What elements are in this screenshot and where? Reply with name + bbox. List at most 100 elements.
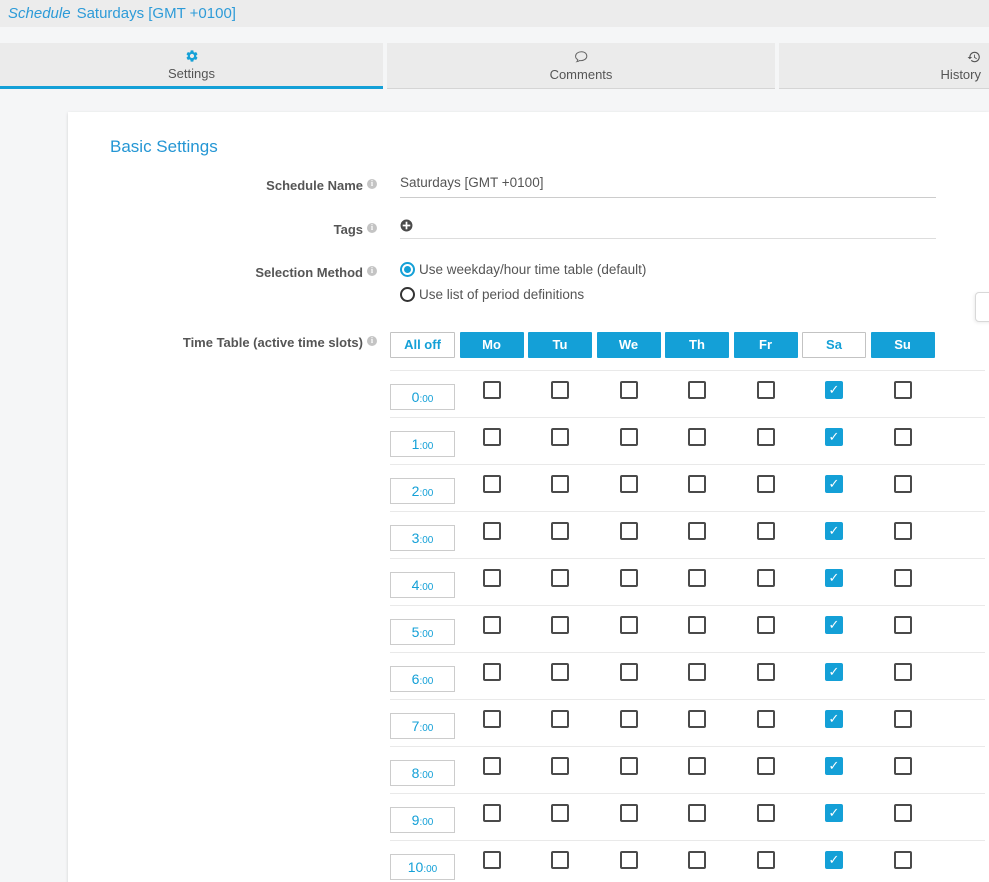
timeslot-checkbox-th-9:00[interactable] [688,804,706,822]
timeslot-checkbox-th-6:00[interactable] [688,663,706,681]
timeslot-checkbox-su-3:00[interactable] [894,522,912,540]
timeslot-checkbox-we-6:00[interactable] [620,663,638,681]
timeslot-checkbox-fr-9:00[interactable] [757,804,775,822]
timeslot-checkbox-tu-0:00[interactable] [551,381,569,399]
timeslot-checkbox-th-4:00[interactable] [688,569,706,587]
timeslot-checkbox-sa-3:00[interactable] [825,522,843,540]
timeslot-checkbox-fr-5:00[interactable] [757,616,775,634]
hour-button-10:00[interactable]: 10:00 [390,854,455,880]
timeslot-checkbox-th-8:00[interactable] [688,757,706,775]
timeslot-checkbox-sa-2:00[interactable] [825,475,843,493]
timeslot-checkbox-fr-3:00[interactable] [757,522,775,540]
timeslot-checkbox-su-9:00[interactable] [894,804,912,822]
timeslot-checkbox-th-5:00[interactable] [688,616,706,634]
timeslot-checkbox-tu-6:00[interactable] [551,663,569,681]
day-toggle-fr[interactable]: Fr [734,332,798,358]
day-toggle-sa[interactable]: Sa [802,332,866,358]
timeslot-checkbox-mo-10:00[interactable] [483,851,501,869]
day-toggle-su[interactable]: Su [871,332,935,358]
timeslot-checkbox-sa-5:00[interactable] [825,616,843,634]
timeslot-checkbox-th-2:00[interactable] [688,475,706,493]
timeslot-checkbox-su-1:00[interactable] [894,428,912,446]
timeslot-checkbox-th-7:00[interactable] [688,710,706,728]
hour-button-2:00[interactable]: 2:00 [390,478,455,504]
timeslot-checkbox-fr-6:00[interactable] [757,663,775,681]
timeslot-checkbox-sa-6:00[interactable] [825,663,843,681]
hour-button-9:00[interactable]: 9:00 [390,807,455,833]
timeslot-checkbox-th-0:00[interactable] [688,381,706,399]
timeslot-checkbox-tu-5:00[interactable] [551,616,569,634]
timeslot-checkbox-th-10:00[interactable] [688,851,706,869]
timeslot-checkbox-su-0:00[interactable] [894,381,912,399]
tab-comments[interactable]: Comments [387,43,775,89]
timeslot-checkbox-fr-2:00[interactable] [757,475,775,493]
timeslot-checkbox-th-3:00[interactable] [688,522,706,540]
timeslot-checkbox-tu-9:00[interactable] [551,804,569,822]
timeslot-checkbox-we-5:00[interactable] [620,616,638,634]
timeslot-checkbox-we-7:00[interactable] [620,710,638,728]
hour-button-4:00[interactable]: 4:00 [390,572,455,598]
hour-button-1:00[interactable]: 1:00 [390,431,455,457]
tab-history[interactable]: History [779,43,989,89]
timeslot-checkbox-fr-8:00[interactable] [757,757,775,775]
hour-button-3:00[interactable]: 3:00 [390,525,455,551]
timeslot-checkbox-tu-10:00[interactable] [551,851,569,869]
timeslot-checkbox-su-5:00[interactable] [894,616,912,634]
timeslot-checkbox-su-4:00[interactable] [894,569,912,587]
timeslot-checkbox-we-1:00[interactable] [620,428,638,446]
timeslot-checkbox-mo-4:00[interactable] [483,569,501,587]
add-tag-button[interactable] [400,219,413,232]
timeslot-checkbox-mo-2:00[interactable] [483,475,501,493]
timeslot-checkbox-mo-1:00[interactable] [483,428,501,446]
day-toggle-mo[interactable]: Mo [460,332,524,358]
timeslot-checkbox-mo-9:00[interactable] [483,804,501,822]
timeslot-checkbox-mo-8:00[interactable] [483,757,501,775]
timeslot-checkbox-sa-7:00[interactable] [825,710,843,728]
timeslot-checkbox-we-4:00[interactable] [620,569,638,587]
timeslot-checkbox-we-10:00[interactable] [620,851,638,869]
timeslot-checkbox-we-0:00[interactable] [620,381,638,399]
day-toggle-tu[interactable]: Tu [528,332,592,358]
timeslot-checkbox-su-2:00[interactable] [894,475,912,493]
timeslot-checkbox-sa-1:00[interactable] [825,428,843,446]
radio-weekday-time-table[interactable] [400,262,415,277]
hour-button-7:00[interactable]: 7:00 [390,713,455,739]
hour-button-6:00[interactable]: 6:00 [390,666,455,692]
timeslot-checkbox-sa-0:00[interactable] [825,381,843,399]
timeslot-checkbox-th-1:00[interactable] [688,428,706,446]
timeslot-checkbox-fr-0:00[interactable] [757,381,775,399]
timeslot-checkbox-fr-4:00[interactable] [757,569,775,587]
timeslot-checkbox-sa-4:00[interactable] [825,569,843,587]
timeslot-checkbox-tu-2:00[interactable] [551,475,569,493]
timeslot-checkbox-fr-1:00[interactable] [757,428,775,446]
timeslot-checkbox-we-2:00[interactable] [620,475,638,493]
timeslot-checkbox-sa-8:00[interactable] [825,757,843,775]
timeslot-checkbox-mo-3:00[interactable] [483,522,501,540]
timeslot-checkbox-tu-8:00[interactable] [551,757,569,775]
timeslot-checkbox-su-8:00[interactable] [894,757,912,775]
schedule-name-input[interactable]: Saturdays [GMT +0100] [400,175,936,198]
all-off-button[interactable]: All off [390,332,455,358]
timeslot-checkbox-su-6:00[interactable] [894,663,912,681]
day-toggle-we[interactable]: We [597,332,661,358]
timeslot-checkbox-tu-3:00[interactable] [551,522,569,540]
timeslot-checkbox-mo-6:00[interactable] [483,663,501,681]
radio-period-definitions[interactable] [400,287,415,302]
timeslot-checkbox-sa-9:00[interactable] [825,804,843,822]
hour-button-8:00[interactable]: 8:00 [390,760,455,786]
timeslot-checkbox-sa-10:00[interactable] [825,851,843,869]
timeslot-checkbox-we-8:00[interactable] [620,757,638,775]
tab-settings[interactable]: Settings [0,43,383,89]
timeslot-checkbox-tu-1:00[interactable] [551,428,569,446]
day-toggle-th[interactable]: Th [665,332,729,358]
timeslot-checkbox-fr-10:00[interactable] [757,851,775,869]
hour-button-0:00[interactable]: 0:00 [390,384,455,410]
timeslot-checkbox-we-9:00[interactable] [620,804,638,822]
timeslot-checkbox-su-10:00[interactable] [894,851,912,869]
timeslot-checkbox-mo-5:00[interactable] [483,616,501,634]
hour-button-5:00[interactable]: 5:00 [390,619,455,645]
timeslot-checkbox-fr-7:00[interactable] [757,710,775,728]
side-panel-handle[interactable] [975,292,989,322]
timeslot-checkbox-tu-4:00[interactable] [551,569,569,587]
timeslot-checkbox-mo-7:00[interactable] [483,710,501,728]
